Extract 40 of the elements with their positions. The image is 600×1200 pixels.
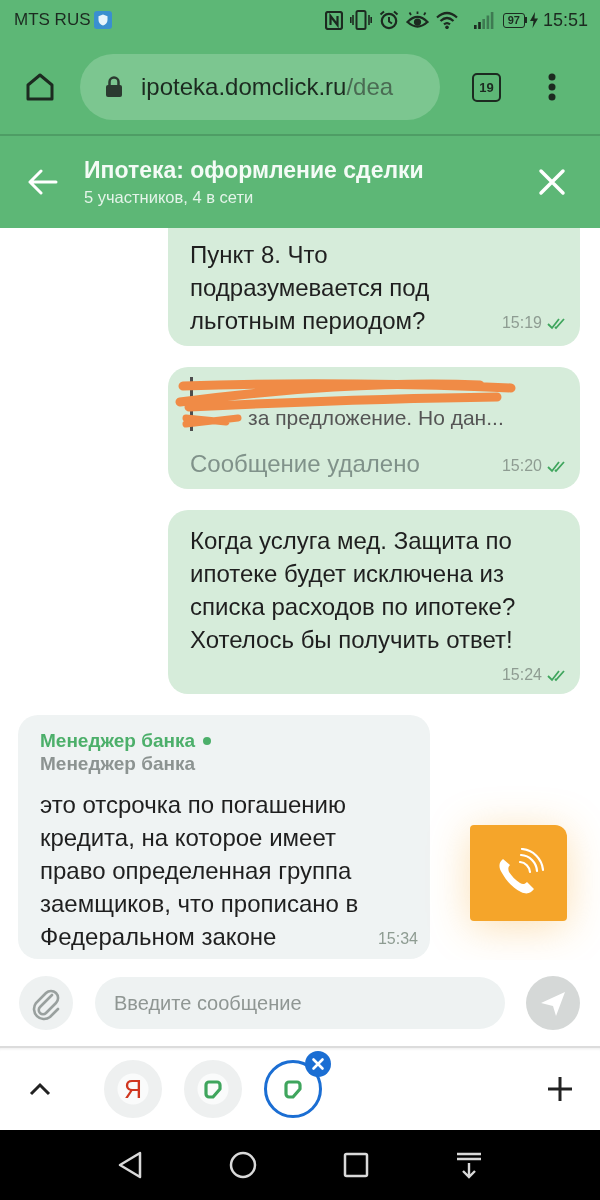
message-time: 15:20 — [501, 456, 542, 476]
battery-indicator: 97 — [502, 12, 527, 28]
address-bar[interactable]: ipoteka.domclick.ru/dea — [80, 54, 440, 120]
browser-tab[interactable]: Я — [104, 1060, 162, 1118]
message-time: 15:34 — [377, 929, 418, 949]
chat-title: Ипотека: оформление сделки — [84, 157, 424, 184]
message-text: Пункт 8. Что подразумевается под льготным периодом? — [190, 241, 430, 334]
home-icon[interactable] — [228, 1151, 257, 1179]
back-icon[interactable] — [116, 1151, 143, 1179]
alarm-icon — [378, 10, 399, 30]
signal-icon — [473, 11, 494, 29]
sender-role: Менеджер банка — [40, 752, 196, 776]
close-badge-icon[interactable] — [305, 1051, 331, 1077]
home-icon[interactable] — [24, 72, 56, 102]
message-text: это отсрочка по погашению кредита, на которое имеет право определенная группа заемщиков, что прописано в Федеральном законе — [40, 791, 359, 950]
deleted-message-notice: Сообщение удалено — [190, 450, 420, 477]
shield-icon — [93, 11, 112, 29]
more-menu-icon[interactable] — [548, 73, 556, 101]
charging-bolt-icon — [529, 12, 538, 28]
message-text: Когда услуга мед. Защита по ипотеке будет исключена из списка расходов по ипотеке? Хотелось бы получить ответ! — [190, 527, 516, 653]
eye-icon — [405, 11, 429, 29]
chat-subtitle: 5 участников, 4 в сети — [84, 188, 254, 207]
plus-icon[interactable] — [547, 1076, 573, 1102]
message-input[interactable]: Введите сообщение — [95, 977, 505, 1029]
message-time: 15:24 — [501, 665, 542, 685]
recents-icon[interactable] — [342, 1152, 369, 1178]
message-time: 15:19 — [501, 313, 542, 333]
caret-up-icon[interactable] — [29, 1082, 51, 1096]
paperclip-icon[interactable] — [19, 976, 73, 1030]
sender-name: Менеджер банка — [40, 729, 196, 752]
lines-icon[interactable] — [454, 1151, 483, 1179]
quoted-text: за предложение. Но дан... — [248, 406, 504, 430]
tab-switcher-button[interactable]: 19 — [472, 72, 501, 102]
carrier-name: MTS RUS — [14, 10, 91, 30]
nfc-icon — [324, 10, 343, 30]
browser-tab[interactable] — [264, 1060, 322, 1118]
lock-icon — [105, 76, 123, 98]
clock-time: 15:51 — [542, 9, 588, 31]
wifi-icon — [435, 11, 458, 29]
vibrate-icon — [349, 10, 372, 30]
